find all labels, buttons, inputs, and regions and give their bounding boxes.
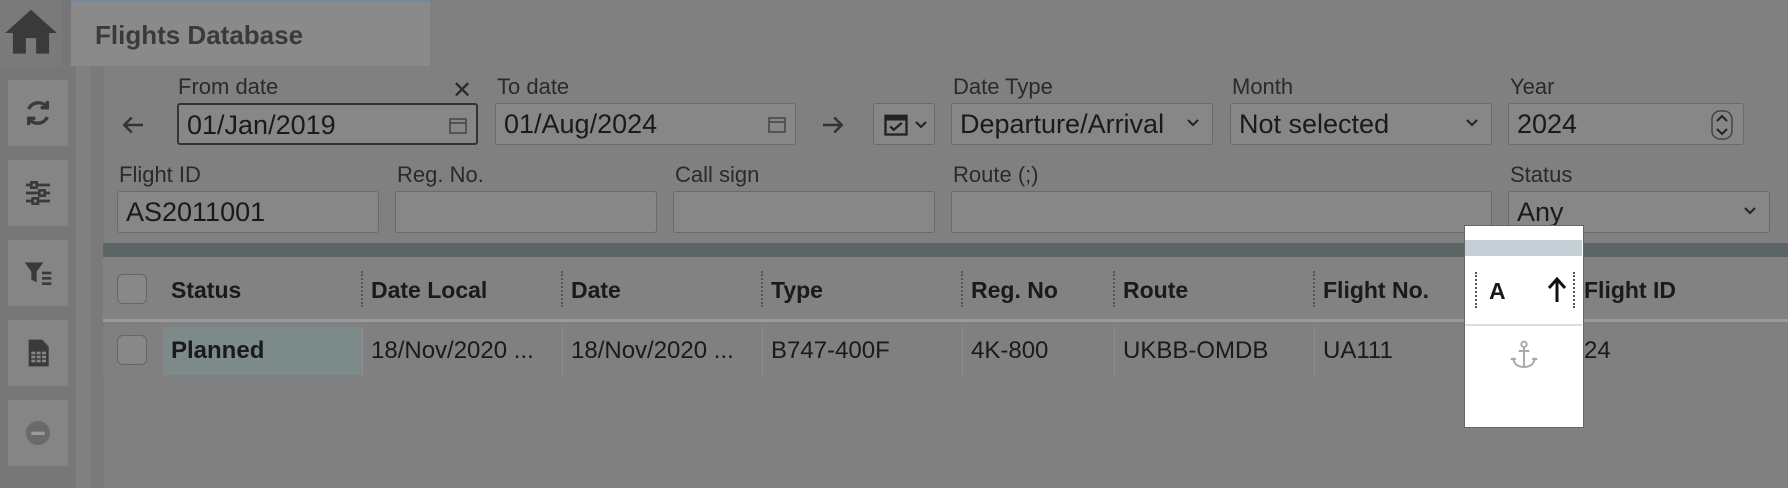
home-button[interactable]: [0, 0, 62, 66]
to-date-value: 01/Aug/2024: [504, 109, 658, 139]
column-resizer[interactable]: [1573, 272, 1575, 308]
date-cell: 18/Nov/2020 ...: [571, 337, 734, 364]
dragged-column-a[interactable]: A: [1464, 225, 1584, 428]
spinner-icon[interactable]: [1711, 110, 1733, 140]
status-value: Any: [1517, 197, 1564, 227]
next-period-button[interactable]: [818, 110, 854, 140]
minus-circle-icon: [26, 421, 50, 445]
chevron-down-icon: [1744, 207, 1756, 215]
settings-button[interactable]: [8, 160, 68, 226]
column-header-date[interactable]: Date: [571, 277, 621, 304]
type-cell: B747-400F: [771, 337, 890, 364]
arrow-left-icon: [122, 116, 143, 134]
from-date-value: 01/Jan/2019: [187, 110, 336, 140]
date-preset-button[interactable]: [873, 103, 935, 145]
column-resizer[interactable]: [361, 271, 363, 307]
cell-divider: [762, 327, 763, 375]
anchor-icon: [1510, 340, 1538, 369]
column-header-reg-no[interactable]: Reg. No: [971, 277, 1058, 304]
year-input[interactable]: 2024: [1508, 103, 1744, 145]
route-label: Route (;): [953, 162, 1039, 187]
column-resizer[interactable]: [1313, 271, 1315, 307]
filter-button[interactable]: [8, 240, 68, 306]
status-label: Status: [1510, 162, 1573, 187]
call-sign-label: Call sign: [675, 162, 760, 187]
date-type-value: Departure/Arrival: [960, 109, 1165, 139]
date-local-cell: 18/Nov/2020 ...: [371, 337, 534, 364]
report-button[interactable]: [8, 320, 68, 386]
from-date-label: From date: [178, 74, 279, 99]
column-resizer[interactable]: [761, 271, 763, 307]
to-date-label: To date: [497, 74, 570, 99]
column-header-date-local[interactable]: Date Local: [371, 277, 487, 304]
month-label: Month: [1232, 74, 1294, 99]
row-checkbox[interactable]: [117, 335, 147, 365]
reg-no-cell: 4K-800: [971, 337, 1049, 364]
home-icon: [5, 9, 57, 54]
left-toolbar: [0, 0, 76, 488]
popup-top-strip: [1465, 226, 1582, 240]
popup-divider: [1465, 324, 1582, 326]
year-label: Year: [1510, 74, 1555, 99]
flight-id-input[interactable]: AS2011001: [117, 191, 379, 233]
column-header-flight-no[interactable]: Flight No.: [1323, 277, 1429, 304]
cell-divider: [962, 327, 963, 375]
month-select[interactable]: Not selected: [1230, 103, 1492, 145]
refresh-button[interactable]: [8, 80, 68, 146]
column-header-type[interactable]: Type: [771, 277, 823, 304]
cell-divider: [1314, 327, 1315, 375]
column-header-a[interactable]: A: [1489, 278, 1506, 305]
call-sign-input[interactable]: [673, 191, 935, 233]
calendar-check-icon: [884, 114, 908, 136]
previous-period-button[interactable]: [118, 110, 154, 140]
panel-divider[interactable]: [90, 66, 104, 488]
column-header-status[interactable]: Status: [171, 277, 241, 304]
column-resizer[interactable]: [561, 271, 563, 307]
date-type-label: Date Type: [953, 74, 1053, 99]
column-resizer[interactable]: [961, 271, 963, 307]
sliders-icon: [26, 181, 50, 205]
calendar-icon[interactable]: [448, 115, 468, 135]
page-title: Flights Database: [95, 20, 304, 50]
sort-ascending-icon[interactable]: [1545, 276, 1569, 304]
to-date-input[interactable]: 01/Aug/2024: [495, 103, 796, 145]
status-cell-text: Planned: [171, 337, 265, 364]
column-resizer[interactable]: [1475, 272, 1477, 308]
chevron-down-icon: [1187, 119, 1199, 127]
column-resizer[interactable]: [1113, 271, 1115, 307]
month-value: Not selected: [1239, 109, 1390, 139]
cell-divider: [1114, 327, 1115, 375]
reg-no-label: Reg. No.: [397, 162, 484, 187]
chevron-down-icon: [915, 121, 927, 129]
column-header-flight-id[interactable]: Flight ID: [1584, 277, 1676, 304]
spreadsheet-icon: [28, 339, 49, 367]
arrow-right-icon: [823, 116, 844, 134]
remove-button[interactable]: [8, 400, 68, 466]
page-tab[interactable]: Flights Database: [71, 0, 430, 66]
refresh-icon: [27, 101, 49, 125]
clear-icon[interactable]: ✕: [452, 76, 472, 105]
route-input[interactable]: [951, 191, 1492, 233]
flight-id-value: AS2011001: [126, 197, 266, 227]
chevron-down-icon: [1466, 119, 1478, 127]
column-header-route[interactable]: Route: [1123, 277, 1188, 304]
flight-id-cell: 24: [1584, 337, 1611, 364]
calendar-icon[interactable]: [767, 114, 787, 134]
from-date-input[interactable]: 01/Jan/2019: [177, 103, 478, 145]
filter-icon: [24, 262, 52, 285]
select-all-checkbox[interactable]: [117, 274, 147, 304]
cell-divider: [562, 327, 563, 375]
cell-divider: [362, 327, 363, 375]
route-cell: UKBB-OMDB: [1123, 337, 1269, 364]
flight-id-label: Flight ID: [119, 162, 201, 187]
popup-band: [1465, 240, 1582, 256]
reg-no-input[interactable]: [395, 191, 657, 233]
year-value: 2024: [1517, 109, 1578, 139]
date-type-select[interactable]: Departure/Arrival: [951, 103, 1213, 145]
flight-no-cell: UA111: [1323, 337, 1393, 364]
